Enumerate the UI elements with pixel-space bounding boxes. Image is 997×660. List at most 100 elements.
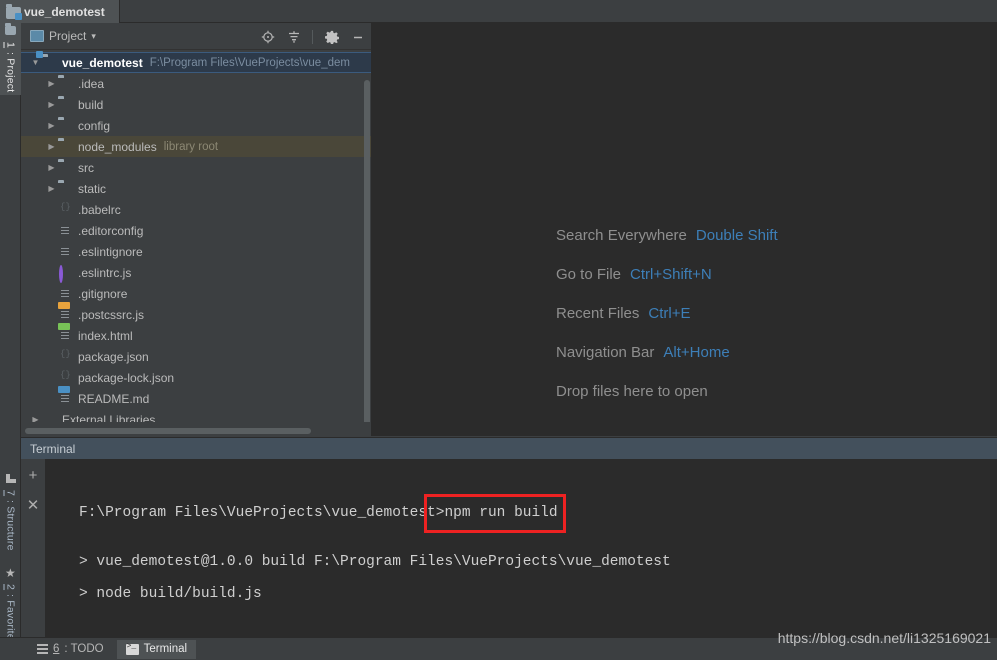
folder-icon	[58, 97, 74, 113]
sidebar-tab-project-label: : Project	[4, 52, 17, 93]
html-file-icon	[58, 328, 74, 344]
tree-row[interactable]: .gitignore	[21, 283, 371, 304]
tree-row-label: .gitignore	[78, 286, 128, 301]
tree-expand-arrow[interactable]: ▶	[45, 121, 58, 130]
status-tab-todo-num: 6	[53, 643, 60, 655]
shortcut-action: Navigation Bar	[556, 344, 655, 361]
sidebar-tab-project[interactable]: 1: Project	[0, 23, 21, 95]
close-tab-icon[interactable]: ✕	[24, 496, 42, 514]
collapse-all-icon[interactable]	[286, 29, 301, 44]
tree-row-label: src	[78, 160, 94, 175]
tree-expand-arrow[interactable]: ▶	[45, 163, 58, 172]
terminal-icon	[125, 642, 139, 655]
watermark-url: https://blog.csdn.net/li1325169021	[777, 630, 991, 646]
project-tree[interactable]: ▼ vue_demotest F:\Program Files\VueProject…	[21, 50, 371, 422]
left-tool-strip: 1: Project 7: Structure ★ 2: Favorites	[0, 23, 21, 645]
tree-row-label: .postcssrc.js	[78, 307, 145, 322]
tree-row[interactable]: package-lock.json	[21, 367, 371, 388]
shortcut-hint-row: Navigation Bar Alt+Home	[556, 333, 778, 372]
title-bar: vue_demotest	[0, 0, 997, 23]
js-file-icon	[58, 307, 74, 323]
tree-row[interactable]: index.html	[21, 325, 371, 346]
status-tab-terminal[interactable]: Terminal	[116, 639, 197, 659]
tree-row-label: package-lock.json	[78, 370, 175, 385]
tree-row-label: .babelrc	[78, 202, 121, 217]
tree-row[interactable]: package.json	[21, 346, 371, 367]
shortcut-action: Drop files here to open	[556, 383, 708, 400]
project-view-icon	[30, 30, 44, 42]
terminal-prompt-line: F:\Program Files\VueProjects\vue_demotes…	[79, 497, 997, 529]
tree-vertical-scrollbar[interactable]	[364, 80, 370, 422]
tree-row[interactable]: ▶ static	[21, 178, 371, 199]
sidebar-tab-structure[interactable]: 7: Structure	[0, 471, 21, 551]
ide-window: vue_demotest 1: Project 7: Structure ★ 2…	[0, 0, 997, 660]
tree-row-label: External Libraries	[62, 412, 156, 423]
tree-row[interactable]: .babelrc	[21, 199, 371, 220]
chevron-down-icon[interactable]: ▾	[91, 31, 96, 42]
tree-row[interactable]: ▼ vue_demotest F:\Program Files\VueProject…	[21, 52, 371, 73]
project-tab[interactable]: vue_demotest	[0, 0, 120, 23]
shortcut-hint-row: Search Everywhere Double Shift	[556, 216, 778, 255]
project-panel-title-group[interactable]: Project ▾	[30, 29, 96, 43]
tree-row-label: static	[78, 181, 107, 196]
tree-row[interactable]: .editorconfig	[21, 220, 371, 241]
status-tab-todo[interactable]: 6 : TODO	[28, 640, 113, 659]
folder-icon	[58, 118, 74, 134]
shortcut-action: Recent Files	[556, 305, 640, 322]
terminal-panel-header: Terminal	[21, 437, 997, 459]
tree-row-label: config	[78, 118, 111, 133]
shortcut-hint-row: Go to File Ctrl+Shift+N	[556, 255, 778, 294]
tree-horizontal-scrollbar[interactable]	[21, 425, 371, 436]
tree-row[interactable]: ▶ src	[21, 157, 371, 178]
tree-row[interactable]: README.md	[21, 388, 371, 409]
shortcut-action: Go to File	[556, 266, 622, 283]
tree-expand-arrow[interactable]: ▶	[45, 142, 58, 151]
terminal-header-title: Terminal	[30, 441, 76, 456]
minimize-icon[interactable]	[350, 29, 365, 44]
tree-row-label: .editorconfig	[78, 223, 144, 238]
tree-row[interactable]: .eslintrc.js	[21, 262, 371, 283]
libraries-icon	[42, 412, 58, 423]
terminal-side-toolbar: + ✕	[21, 459, 46, 637]
tree-expand-arrow[interactable]: ▶	[45, 79, 58, 88]
structure-icon	[5, 474, 16, 486]
tree-expand-arrow[interactable]: ▼	[29, 58, 42, 67]
tree-row[interactable]: ▶ build	[21, 94, 371, 115]
tree-expand-arrow[interactable]: ▶	[45, 184, 58, 193]
json-file-icon	[58, 202, 74, 218]
folder-icon	[58, 160, 74, 176]
terminal-panel: + ✕ F:\Program Files\VueProjects\vue_dem…	[21, 459, 997, 637]
editor-empty-area: Search Everywhere Double Shift Go to File C…	[372, 23, 997, 436]
tree-row[interactable]: ▶ config	[21, 115, 371, 136]
text-file-icon	[58, 244, 74, 260]
tree-row[interactable]: .postcssrc.js	[21, 304, 371, 325]
terminal-output[interactable]: F:\Program Files\VueProjects\vue_demotes…	[46, 459, 997, 637]
todo-list-icon	[37, 644, 48, 654]
gear-icon[interactable]	[324, 29, 339, 44]
status-tab-todo-label: : TODO	[64, 643, 104, 655]
tree-expand-arrow[interactable]: ▶	[29, 415, 42, 422]
shortcut-hint-row: Drop files here to open	[556, 372, 778, 411]
tree-row-detail: F:\Program Files\VueProjects\vue_dem	[149, 56, 350, 69]
shortcut-key: Alt+Home	[663, 344, 730, 361]
tree-row-label: package.json	[78, 349, 149, 364]
add-tab-icon[interactable]: +	[24, 466, 42, 484]
shortcut-hints: Search Everywhere Double Shift Go to File C…	[556, 216, 778, 411]
tree-row[interactable]: ▶ .idea	[21, 73, 371, 94]
tree-row[interactable]: ▶ node_modules library root	[21, 136, 371, 157]
project-panel-header: Project ▾	[21, 23, 371, 50]
tree-expand-arrow[interactable]: ▶	[45, 100, 58, 109]
locate-target-icon[interactable]	[260, 29, 275, 44]
tree-row-label: .eslintrc.js	[78, 265, 132, 280]
shortcut-key: Double Shift	[695, 227, 778, 244]
terminal-prompt-path: F:\Program Files\VueProjects\vue_demotes…	[79, 505, 445, 521]
tree-row-label: node_modules	[78, 139, 157, 154]
tree-row[interactable]: ▶ External Libraries	[21, 409, 371, 423]
json-file-icon	[58, 349, 74, 365]
shortcut-hint-row: Recent Files Ctrl+E	[556, 294, 778, 333]
tree-row[interactable]: .eslintignore	[21, 241, 371, 262]
project-panel-toolbar	[260, 23, 365, 50]
folder-icon	[58, 76, 74, 92]
status-tab-terminal-label: Terminal	[143, 643, 188, 655]
project-module-icon	[6, 4, 22, 20]
